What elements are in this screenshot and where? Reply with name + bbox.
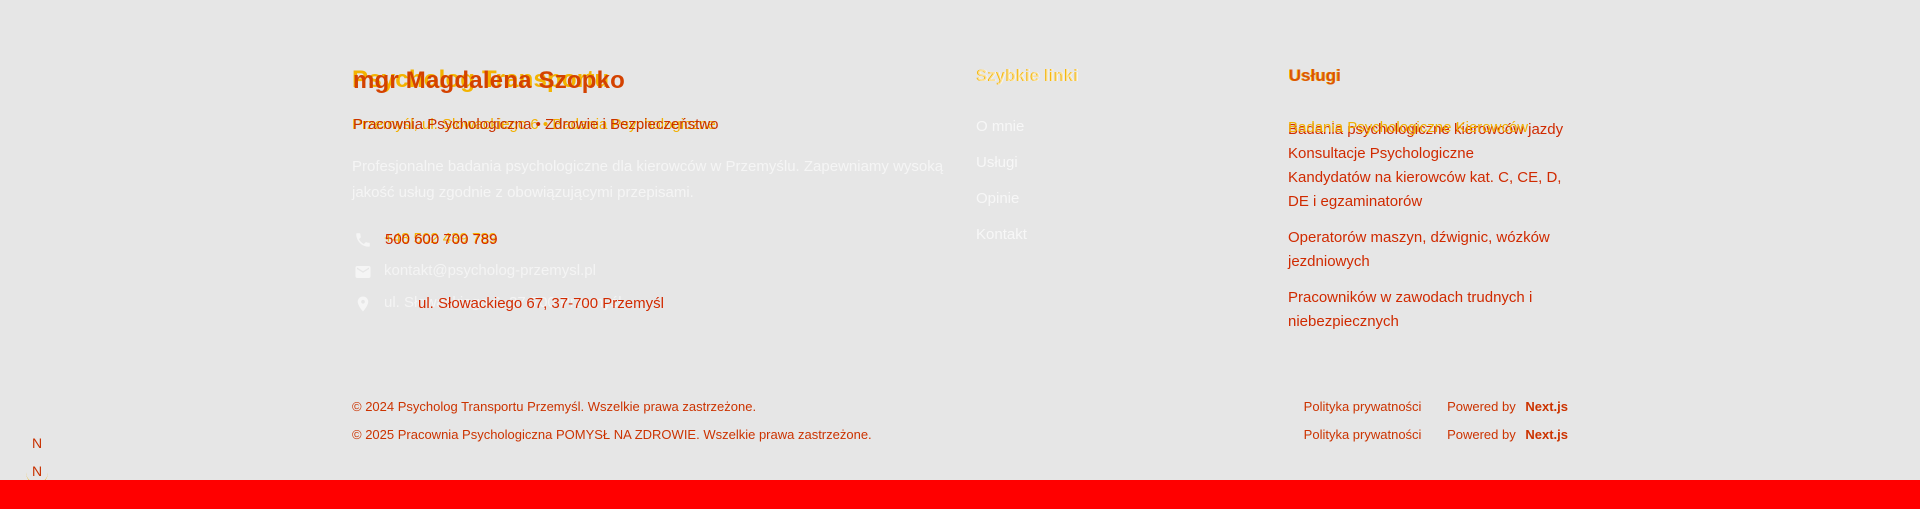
quick-links-title-text-alt: Szybkie linki — [977, 66, 1080, 85]
nextjs-link-alt[interactable]: Next.js — [1525, 427, 1568, 442]
footer-bottom-links-alt: Polityka prywatności Powered by Next.js — [1284, 427, 1568, 442]
service-ghost: Badania Psychologiczne Kierowców — [1288, 119, 1529, 136]
footer-bottom-links: Polityka prywatności Powered by Next.js — [1284, 399, 1568, 414]
services-title-text-alt: Usługi — [1289, 66, 1341, 85]
quick-link-about[interactable]: O mnie — [976, 118, 1027, 154]
copyright-text: © 2024 Psycholog Transportu Przemyśl. Ws… — [352, 399, 757, 414]
footer-description: Profesjonalne badania psychologiczne dla… — [352, 158, 944, 201]
footer-bottom-bar-1: © 2024 Psycholog Transportu Przemyśl. Ws… — [352, 399, 1568, 417]
footer-brand[interactable]: Psycholog Transportu mgr Magdalena Szopk… — [352, 66, 772, 96]
nextjs-badge-icon[interactable]: N — [26, 433, 48, 455]
copyright-text-alt: © 2025 Pracownia Psychologiczna POMYSŁ N… — [352, 427, 872, 442]
email-address: kontakt@psycholog-przemysl.pl — [384, 262, 596, 279]
brand-subtitle: Przemyśl, ul. Słowackiego 6 • Badania Ps… — [352, 116, 812, 136]
bottom-red-bar — [0, 480, 1920, 509]
footer-bottom-bar-2: © 2025 Pracownia Psychologiczna POMYSŁ N… — [352, 427, 1568, 445]
brand-name-alt: mgr Magdalena Szopko — [353, 67, 626, 94]
quick-link-reviews[interactable]: Opinie — [976, 190, 1027, 226]
quick-links-column: Szybkie linki Szybkie linki O mnie Usług… — [976, 66, 1196, 243]
service-item-consultations[interactable]: Konsultacje Psychologiczne — [1288, 142, 1578, 166]
location-pin-icon — [357, 296, 369, 312]
nextjs-link[interactable]: Next.js — [1525, 399, 1568, 414]
contact-email[interactable]: kontakt@psycholog-przemysl.pl — [352, 261, 772, 283]
services-list: Badania Psychologiczne Kierowców Badania… — [1288, 118, 1578, 346]
service-item-operators[interactable]: Operatorów maszyn, dźwignic, wózków jezd… — [1288, 226, 1578, 274]
site-footer: Psycholog Transportu mgr Magdalena Szopk… — [0, 0, 1920, 484]
subtitle-alt: Pracownia Psychologiczna • Zdrowie i Bez… — [353, 116, 719, 133]
quick-links-list: O mnie Usługi Opinie Kontakt — [976, 118, 1027, 262]
powered-by-label-alt: Powered by — [1447, 427, 1516, 442]
powered-by-label: Powered by — [1447, 399, 1516, 414]
contact-address[interactable]: ul. Słowackiego 6, 37-700 Przemyśl ul. S… — [352, 293, 772, 315]
phone-number-alt: 500 600 700 789 — [385, 231, 498, 248]
service-item-candidates[interactable]: Kandydatów na kierowców kat. C, CE, D, D… — [1288, 166, 1578, 214]
quick-link-contact[interactable]: Kontakt — [976, 226, 1027, 262]
quick-link-services[interactable]: Usługi — [976, 154, 1027, 190]
services-title: Usługi Usługi — [1288, 66, 1588, 90]
contact-phone[interactable]: +48 502 439 789 500 600 700 789 — [352, 229, 772, 251]
phone-icon — [356, 233, 370, 247]
mail-icon — [355, 266, 371, 278]
privacy-policy-link-alt[interactable]: Polityka prywatności — [1304, 427, 1422, 442]
privacy-policy-link[interactable]: Polityka prywatności — [1304, 399, 1422, 414]
services-column: Usługi Usługi Badania Psychologiczne Kie… — [1288, 66, 1588, 330]
quick-links-title: Szybkie linki Szybkie linki — [976, 66, 1196, 90]
address-alt: ul. Słowackiego 67, 37-700 Przemyśl — [418, 295, 664, 312]
service-item-hazardous-jobs[interactable]: Pracowników w zawodach trudnych i niebez… — [1288, 286, 1578, 334]
